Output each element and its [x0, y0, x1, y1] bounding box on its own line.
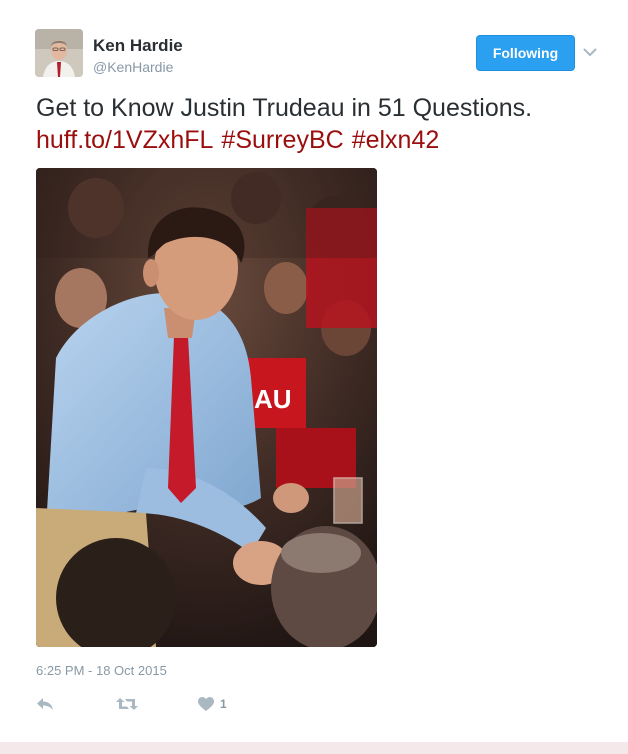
- svg-text:AU: AU: [254, 384, 292, 414]
- retweet-icon: [116, 698, 138, 710]
- reply-button[interactable]: [36, 693, 54, 715]
- tweet-photo[interactable]: AU: [36, 168, 377, 647]
- following-button[interactable]: Following: [476, 35, 575, 71]
- tweet-text: Get to Know Justin Trudeau in 51 Questio…: [36, 94, 533, 122]
- bottom-strip: [0, 742, 628, 754]
- short-link[interactable]: huff.to/1VZxhFL: [36, 126, 213, 154]
- hashtag-surreybc[interactable]: #SurreyBC: [221, 126, 343, 154]
- tweet-card: Ken Hardie @KenHardie Following Get to K…: [0, 0, 628, 742]
- tweet-links: huff.to/1VZxhFL #SurreyBC #elxn42: [36, 124, 596, 156]
- user-handle[interactable]: @KenHardie: [93, 59, 173, 75]
- reply-icon: [37, 698, 53, 710]
- hashtag-elxn42[interactable]: #elxn42: [352, 126, 440, 154]
- like-count: 1: [220, 697, 227, 711]
- avatar[interactable]: [35, 29, 83, 77]
- more-options-caret[interactable]: [581, 43, 599, 61]
- heart-icon: [198, 697, 214, 711]
- user-name[interactable]: Ken Hardie: [93, 36, 183, 56]
- tweet-timestamp[interactable]: 6:25 PM - 18 Oct 2015: [36, 663, 167, 678]
- retweet-button[interactable]: [116, 693, 138, 715]
- chevron-down-icon: [583, 48, 597, 56]
- like-button[interactable]: 1: [198, 693, 227, 715]
- photo-image: AU: [36, 168, 377, 647]
- avatar-image: [35, 29, 83, 77]
